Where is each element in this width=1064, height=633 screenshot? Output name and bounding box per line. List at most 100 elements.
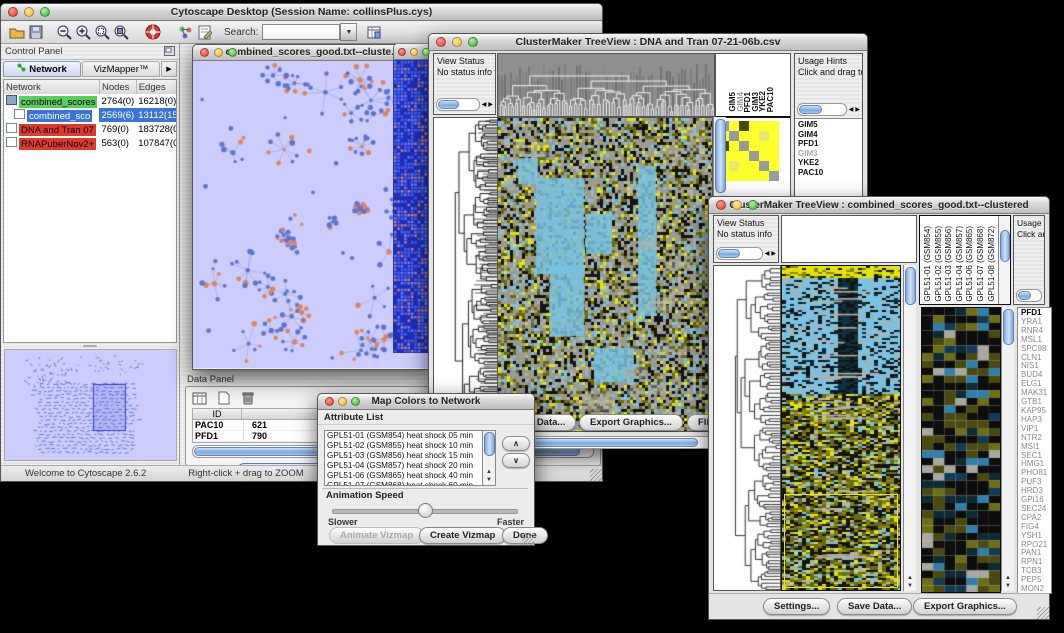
open-session-icon[interactable]: [7, 23, 26, 41]
zoom-button[interactable]: [748, 200, 758, 210]
zoom-out-icon[interactable]: [55, 23, 74, 41]
attribute-list-item[interactable]: GPL51-03 (GSM856) heat shock 15 min: [327, 451, 495, 461]
attribute-list-item[interactable]: GPL51-02 (GSM855) heat shock 10 min: [327, 441, 495, 451]
attribute-list-item[interactable]: GPL51-07 (GSM868) heat shock 60 min: [327, 481, 495, 486]
annotation-icon[interactable]: [195, 23, 214, 41]
hidden-view-titlebar[interactable]: [393, 44, 431, 60]
new-attribute-icon[interactable]: [214, 389, 233, 407]
tv1-gene-label[interactable]: YKE2: [798, 158, 862, 168]
zoom-button[interactable]: [422, 48, 430, 56]
tv1-gene-label[interactable]: PFD1: [798, 139, 862, 149]
tv2-zoom-heatmap[interactable]: [921, 307, 1001, 593]
move-down-button[interactable]: ∨: [502, 453, 530, 468]
search-input[interactable]: [262, 24, 340, 40]
tv2-global-heatmap-wrap[interactable]: [781, 265, 901, 591]
move-up-button[interactable]: ∧: [502, 436, 530, 451]
close-button[interactable]: [436, 37, 446, 47]
zoom-fit-icon[interactable]: [112, 23, 131, 41]
dense-network-view[interactable]: [393, 60, 431, 353]
select-attributes-icon[interactable]: [190, 389, 209, 407]
save-data-button[interactable]: Save Data...: [837, 598, 912, 615]
network-table-col[interactable]: Network: [4, 80, 99, 94]
export-graphics-button[interactable]: Export Graphics...: [913, 598, 1017, 615]
animate-vizmap-button[interactable]: Animate Vizmap: [329, 527, 424, 544]
close-button[interactable]: [716, 200, 726, 210]
tv1-gene-label[interactable]: GIM4: [798, 130, 862, 140]
main-titlebar[interactable]: Cytoscape Desktop (Session Name: collins…: [1, 4, 602, 21]
scroll-left-icon[interactable]: ◀: [482, 101, 487, 108]
zoom-button[interactable]: [228, 48, 237, 57]
minimize-button[interactable]: [452, 37, 462, 47]
search-dropdown-icon[interactable]: ▼: [340, 23, 357, 41]
tv1-status-scrollbar[interactable]: [436, 98, 480, 111]
tv2-gene-list[interactable]: PFD1YRA1RNR4MSL1SPC98CLN1NIS1BUD4ELG1MAK…: [1017, 307, 1052, 594]
tv1-gene-list[interactable]: GIM5GIM4PFD1GIM3YKE2PAC10: [795, 119, 862, 177]
tv1-row-dendrogram[interactable]: [433, 117, 498, 432]
tv1-hints-scrollbar[interactable]: [797, 103, 847, 116]
treeview1-titlebar[interactable]: ClusterMaker TreeView : DNA and Tran 07-…: [429, 34, 867, 51]
tab-vizmapper[interactable]: VizMapper™: [82, 61, 160, 77]
network-table-col[interactable]: Edges: [136, 80, 177, 94]
export-graphics-button[interactable]: Export Graphics...: [579, 414, 683, 431]
animation-speed-slider[interactable]: [332, 503, 518, 517]
settings-button[interactable]: Settings...: [763, 598, 830, 615]
tv2-zoom-vscrollbar[interactable]: ▲▼: [1001, 307, 1014, 591]
zoom-selected-icon[interactable]: [93, 23, 112, 41]
network-table-row[interactable]: DNA and Tran 07769(0)183728(0): [4, 122, 177, 136]
tv2-usage-hints-panel: Usage HiClick an: [1013, 215, 1045, 305]
main-resize-grip[interactable]: [590, 469, 602, 481]
close-button[interactable]: [325, 397, 334, 406]
zoom-in-icon[interactable]: [74, 23, 93, 41]
dialog-resize-grip[interactable]: [522, 533, 534, 545]
scroll-right-icon[interactable]: ▶: [488, 101, 493, 108]
treeview2-titlebar[interactable]: ClusterMaker TreeView : combined_scores_…: [709, 197, 1049, 214]
tab-overflow-arrow[interactable]: ▶: [161, 61, 177, 77]
tv1-heatmap[interactable]: [497, 117, 713, 432]
zoom-button[interactable]: [40, 7, 50, 17]
close-button[interactable]: [200, 48, 209, 57]
zoom-button[interactable]: [468, 37, 478, 47]
tv1-zoom-heatmap[interactable]: [719, 121, 779, 181]
attribute-list-item[interactable]: GPL51-01 (GSM854) heat shock 05 min: [327, 431, 495, 441]
tv1-column-dendrogram[interactable]: [497, 53, 715, 117]
minimize-button[interactable]: [410, 48, 418, 56]
tv2-status-scrollbar[interactable]: [716, 247, 763, 260]
attribute-list-vscrollbar[interactable]: ▲▼: [482, 431, 495, 485]
close-button[interactable]: [398, 48, 406, 56]
tv1-gene-label[interactable]: GIM5: [798, 120, 862, 130]
network-table-col[interactable]: Nodes: [99, 80, 136, 94]
tv2-resize-grip[interactable]: [1037, 607, 1049, 619]
tv2-labels-vscrollbar[interactable]: [998, 216, 1010, 304]
tv2-global-vscrollbar[interactable]: ▲▼: [903, 265, 916, 591]
network-view-icon[interactable]: [176, 23, 195, 41]
create-vizmap-button[interactable]: Create Vizmap: [419, 527, 506, 544]
tv2-hints-scrollbar[interactable]: [1016, 289, 1042, 302]
data-panel-col[interactable]: ID: [193, 409, 242, 419]
network-table-row[interactable]: combined_scores2764(0)16218(0): [4, 94, 177, 108]
tab-network[interactable]: Network: [3, 61, 81, 77]
attribute-list-item[interactable]: GPL51-04 (GSM857) heat shock 20 min: [327, 461, 495, 471]
help-icon[interactable]: [143, 23, 162, 41]
network-table-row[interactable]: RNAPuberNov2+563(0)107847(0): [4, 136, 177, 150]
attribute-listbox[interactable]: GPL51-01 (GSM854) heat shock 05 minGPL51…: [324, 430, 496, 486]
zoom-button[interactable]: [351, 397, 360, 406]
minimize-button[interactable]: [24, 7, 34, 17]
tv2-row-dendrogram[interactable]: [713, 265, 781, 591]
map-dialog-titlebar[interactable]: Map Colors to Network: [318, 394, 534, 410]
attribute-list-item[interactable]: GPL51-06 (GSM865) heat shock 40 min: [327, 471, 495, 481]
save-session-icon[interactable]: [26, 23, 45, 41]
network-overview[interactable]: [4, 349, 177, 461]
delete-attribute-icon[interactable]: [238, 389, 257, 407]
minimize-button[interactable]: [214, 48, 223, 57]
tv1-gene-label[interactable]: GIM3: [798, 149, 862, 159]
minimize-button[interactable]: [338, 397, 347, 406]
slider-thumb[interactable]: [418, 503, 433, 518]
float-panel-icon[interactable]: [164, 43, 175, 61]
attribute-browser-icon[interactable]: [365, 23, 384, 41]
minimize-button[interactable]: [732, 200, 742, 210]
network-table-row[interactable]: combined_sco2569(6)13112(15): [4, 108, 177, 122]
tv2-column-tree-area[interactable]: [781, 215, 917, 263]
tv1-gene-label[interactable]: PAC10: [798, 168, 862, 178]
close-button[interactable]: [8, 7, 18, 17]
scroll-left-icon: ◀: [849, 106, 854, 113]
